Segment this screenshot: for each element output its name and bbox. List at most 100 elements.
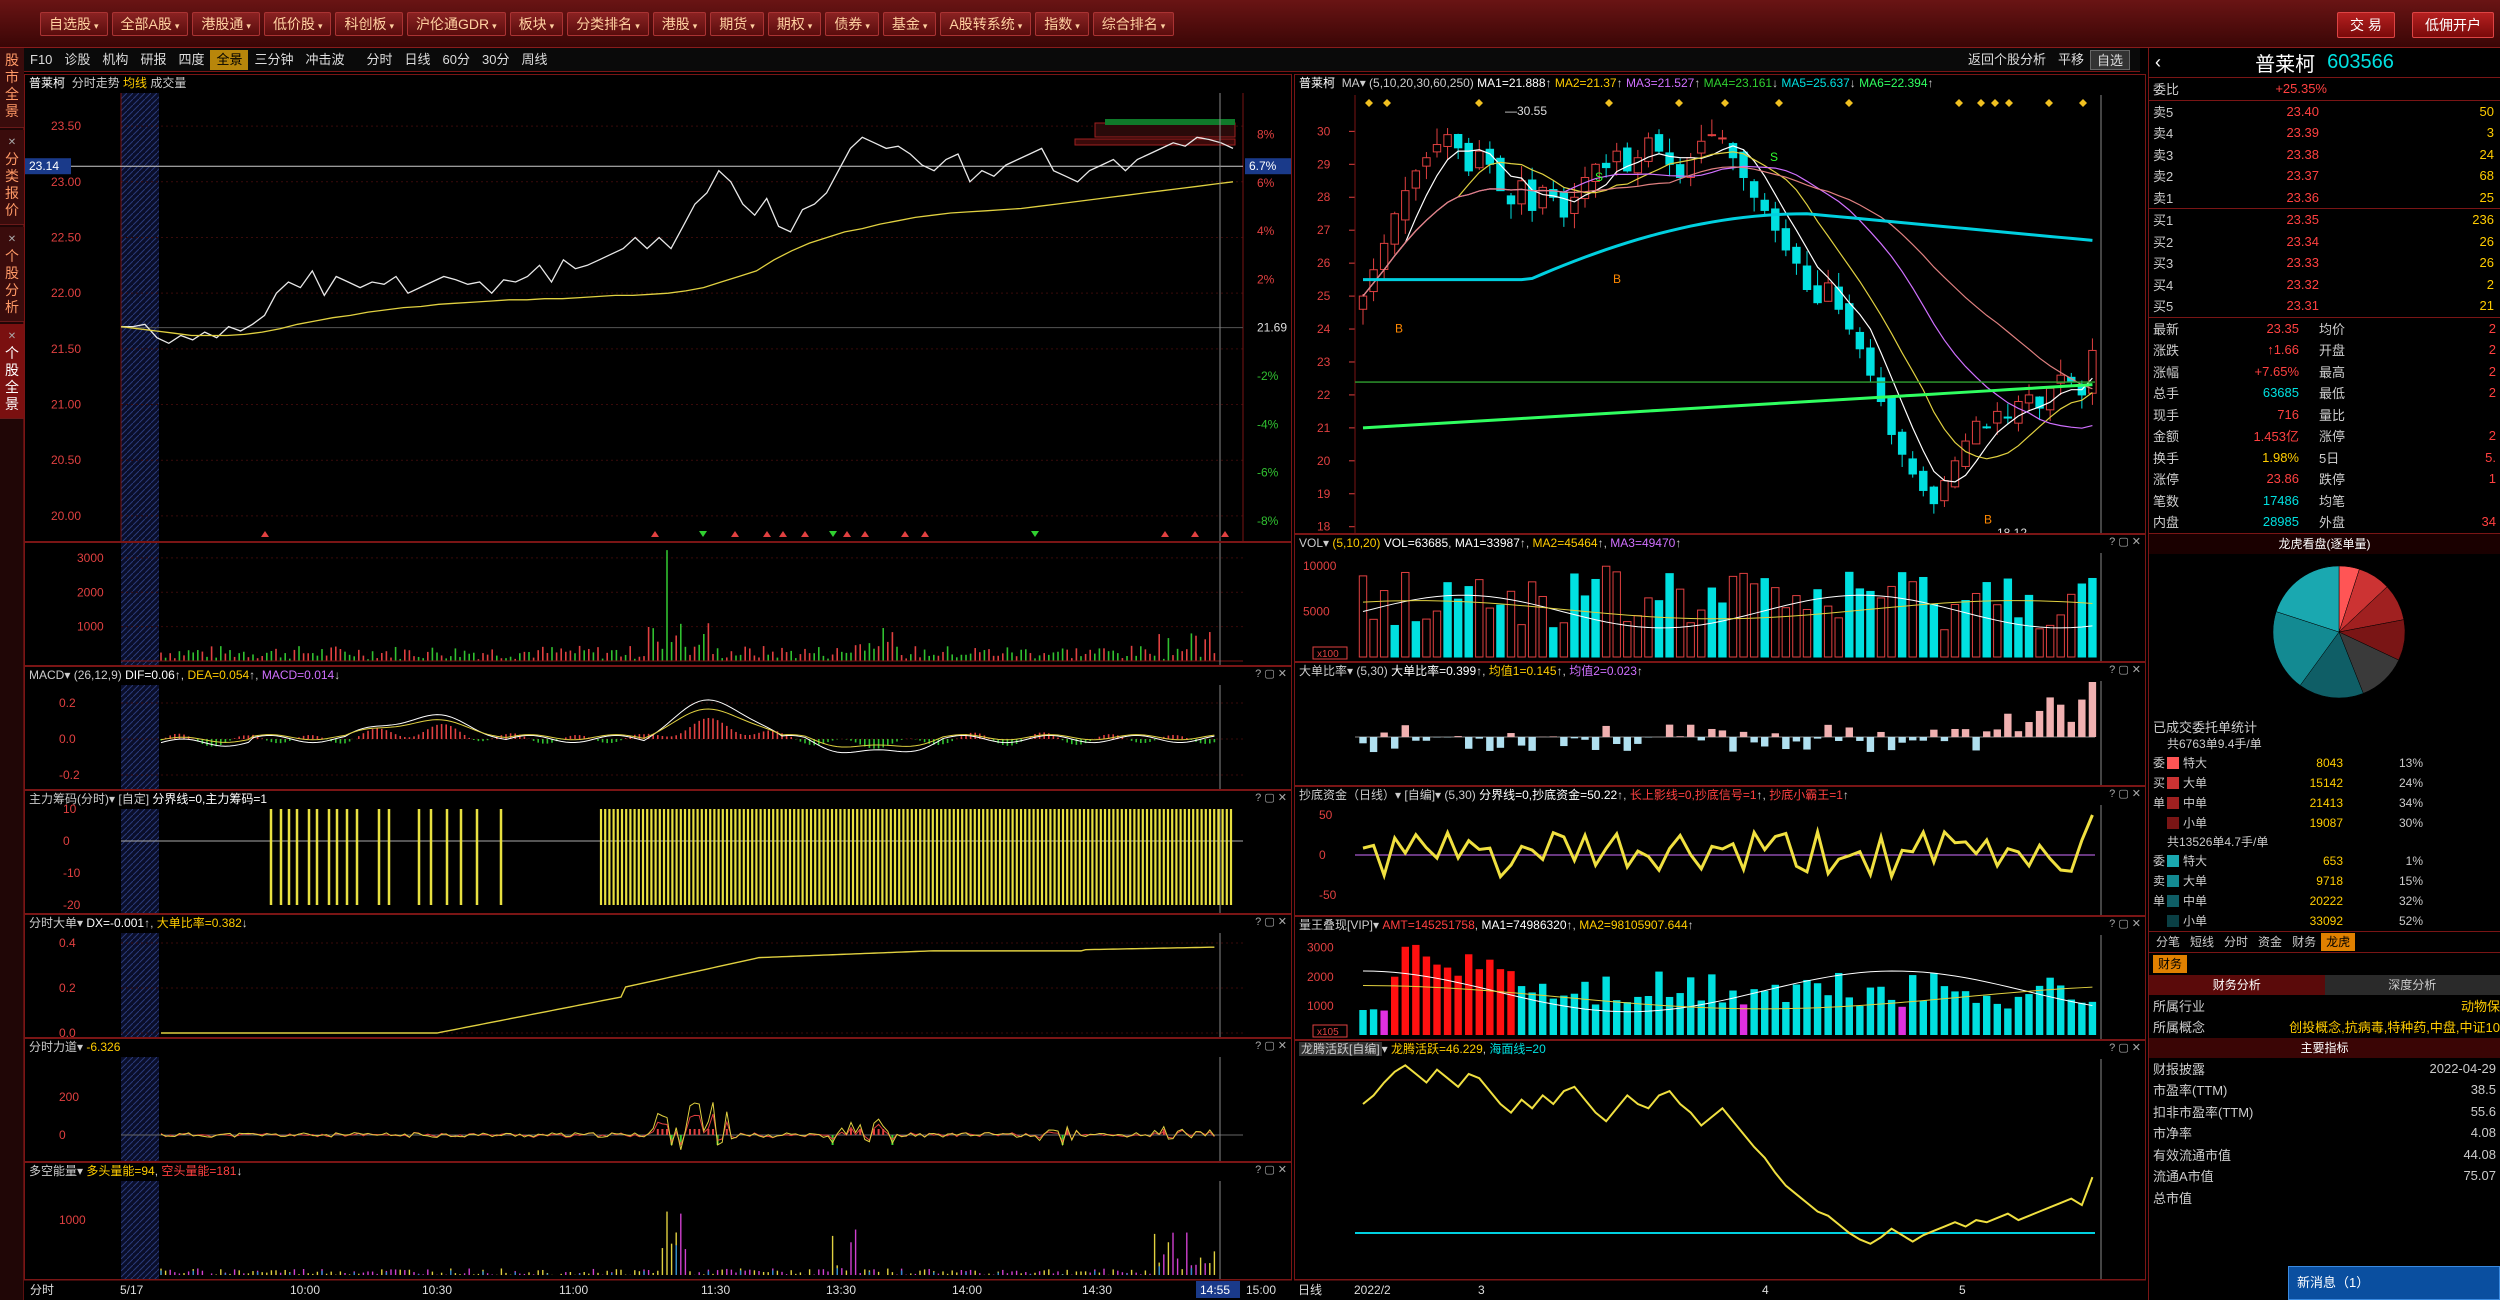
macd-panel[interactable]: MACD▾ (26,12,9) DIF=0.06↑, DEA=0.054↑, M… [24,666,1292,790]
finance-tab[interactable]: 财务 [2153,954,2188,973]
rail-category-quote[interactable]: ✕ 分类报价 [0,130,24,225]
dragon-panel[interactable]: 龙腾活跃[自编] ▾ 龙腾活跃=46.229, 海面线=20 ? ▢ ✕ [1294,1040,2146,1280]
toolbar-item-7[interactable]: 冲击波 [300,50,351,70]
quote-tab-5[interactable]: 龙虎 [2321,932,2356,951]
event-marker [2005,99,2013,107]
macd-chart[interactable]: 0.2 0.0 -0.2 [25,667,1292,790]
menu-label: 基金 [891,16,920,32]
period-item-3[interactable]: 30分 [476,50,515,70]
trade-button[interactable]: 交 易 [2337,12,2395,38]
menu-item-10[interactable]: 期权 ▾ [767,12,822,36]
toolbar-item-4[interactable]: 四度 [172,50,210,70]
big-ratio-bar [1761,737,1769,747]
dragon-active-line [1362,1064,2094,1245]
deep-analysis-tab[interactable]: 深度分析 [2324,974,2500,995]
close-icon[interactable]: ✕ [0,231,24,248]
toolbar-item-2[interactable]: 机构 [96,50,134,70]
period-item-0[interactable]: 分时 [361,50,399,70]
daily-kline-panel[interactable]: 普莱柯 MA▾ (5,10,20,30,60,250) MA1=21.888↑ … [1294,74,2146,534]
menu-item-7[interactable]: 分类排名 ▾ [567,12,649,36]
energy-panel[interactable]: 多空能量▾ 多头量能=94, 空头量能=181↓ ? ▢ ✕ 1000 [24,1162,1292,1280]
unit-label: x100 [1317,649,1339,660]
close-icon[interactable]: ✕ [0,134,24,151]
chevron-down-icon: ▾ [692,21,698,31]
event-marker [1365,99,1373,107]
chevron-down-icon: ▾ [807,21,813,31]
force-chart[interactable]: 2000-200 [25,1039,1292,1162]
daily-big-ratio-chart[interactable] [1295,663,2146,786]
period-item-1[interactable]: 日线 [399,50,437,70]
menu-item-14[interactable]: 指数 ▾ [1035,12,1089,36]
bottom-fund-chart[interactable]: 50 0 -50 [1295,787,2146,916]
daily-volume-chart[interactable]: 10000 5000 x100 [1295,535,2146,662]
menu-item-5[interactable]: 沪伦通GDR ▾ [407,12,506,36]
amount-chart[interactable]: 3000 2000 1000 x105 [1295,917,2146,1040]
amt-tick: 2000 [1307,970,1334,984]
menu-item-15[interactable]: 综合排名 ▾ [1092,12,1175,36]
bottom-fund-panel[interactable]: 抄底资金（日线）▾ [自编]▾ (5,30) 分界线=0,抄底资金=50.22↑… [1294,786,2146,916]
toolbar-right-2[interactable]: 自选 [2089,49,2130,70]
intraday-price-chart[interactable]: 23.14 6.7% 23.50 23.00 22.50 22.00 21.50 21.00 2… [25,75,1292,542]
big-ratio-bar [1835,737,1843,741]
toolbar-item-1[interactable]: 诊股 [58,50,96,70]
amount-bar [1750,989,1758,1035]
rail-market-overview[interactable]: 股市全景 [0,48,24,128]
candle-body [2088,349,2097,394]
period-item-4[interactable]: 周线 [515,50,553,70]
close-icon[interactable]: ✕ [0,328,24,345]
toolbar-right-0[interactable]: 返回个股分析 [1962,50,2052,70]
candle-body [1517,180,1526,205]
toolbar-item-3[interactable]: 研报 [134,50,172,70]
quote-tab-3[interactable]: 资金 [2253,933,2287,951]
daily-candlestick-chart[interactable]: 30 29 28 27 26 25 24 23 22 21 20 19 18 B B B S S —30.55 —18… [1295,75,2146,534]
toolbar-item-6[interactable]: 三分钟 [248,50,299,70]
menu-item-2[interactable]: 港股通 ▾ [192,12,260,36]
menu-item-12[interactable]: 基金 ▾ [882,12,937,36]
rail-stock-analysis[interactable]: ✕ 个股分析 [0,227,24,322]
chips-chart[interactable]: 10 0 -10 -20 [25,791,1292,914]
menu-item-6[interactable]: 板块 ▾ [509,12,564,36]
quote-tab-0[interactable]: 分笔 [2151,933,2185,951]
intraday-volume-panel[interactable]: 3000 2000 1000 [24,542,1292,666]
menu-item-11[interactable]: 债券 ▾ [825,12,879,36]
menu-item-1[interactable]: 全部A股 ▾ [111,12,189,36]
event-marker [1977,99,1985,107]
big-order-panel[interactable]: 分时大单▾ DX=-0.001↑, 大单比率=0.382↓ ? ▢ ✕ 0.4 0… [24,914,1292,1038]
big-ratio-bar [1729,737,1737,752]
quote-tab-4[interactable]: 财务 [2287,933,2321,951]
menu-item-8[interactable]: 港股 ▾ [652,12,707,36]
period-item-2[interactable]: 60分 [437,50,476,70]
toolbar-item-5[interactable]: 全景 [210,49,249,70]
open-account-button[interactable]: 低佣开户 [2412,12,2494,38]
back-arrow-icon[interactable]: ‹ [2155,52,2161,73]
toolbar-item-0[interactable]: F10 [24,50,58,70]
intraday-volume-chart[interactable]: 3000 2000 1000 [25,543,1292,666]
menu-item-3[interactable]: 低价股 ▾ [263,12,332,36]
main-chips-panel[interactable]: 主力筹码(分时)▾ [自定] 分界线=0,主力筹码=1 ? ▢ ✕ 10 0 -10… [24,790,1292,914]
big-order-chart[interactable]: 0.4 0.2 0.0 [25,915,1292,1038]
daily-big-ratio-panel[interactable]: 大单比率▾ (5,30) 大单比率=0.399↑, 均值1=0.145↑, 均值… [1294,662,2146,786]
rail-stock-panorama[interactable]: ✕ 个股全景 [0,324,24,419]
energy-chart[interactable]: 1000 [25,1163,1292,1280]
daily-volume-panel[interactable]: VOL▾ (5,10,20) VOL=63685, MA1=33987↑, MA… [1294,534,2146,662]
intraday-chart-panel[interactable]: 普莱柯 分时走势 均线 成交量 23.14 6.7% 23.50 23.00 22.50… [24,74,1292,542]
menu-item-9[interactable]: 期货 ▾ [710,12,764,36]
time-tick: 10:30 [422,1283,452,1297]
news-popup[interactable]: 新消息（1） [2288,1266,2500,1300]
toolbar-right-1[interactable]: 平移 [2052,50,2090,70]
menu-item-4[interactable]: 科创板 ▾ [335,12,403,36]
dragon-chart[interactable] [1295,1041,2146,1280]
quote-tab-1[interactable]: 短线 [2185,933,2219,951]
menu-item-0[interactable]: 自选股 ▾ [40,12,108,36]
big-ratio-bar [1856,737,1864,741]
quote-tab-2[interactable]: 分时 [2219,933,2253,951]
force-panel[interactable]: 分时力道▾ -6.326 ? ▢ ✕ 2000-200 [24,1038,1292,1162]
amount-panel[interactable]: 量王叠现[VIP]▾ AMT=145251758, MA1=74986320↑,… [1294,916,2146,1040]
order-volume: 33092 [2309,913,2343,928]
order-volume: 20222 [2309,893,2343,908]
big-ratio-bar [1528,737,1536,751]
menu-item-13[interactable]: A股转系统 ▾ [940,12,1032,36]
finance-analysis-tab[interactable]: 财务分析 [2149,974,2325,995]
finance-row: 有效流通市值 44.08 [2149,1144,2500,1166]
big-ratio-bar [1739,731,1748,737]
